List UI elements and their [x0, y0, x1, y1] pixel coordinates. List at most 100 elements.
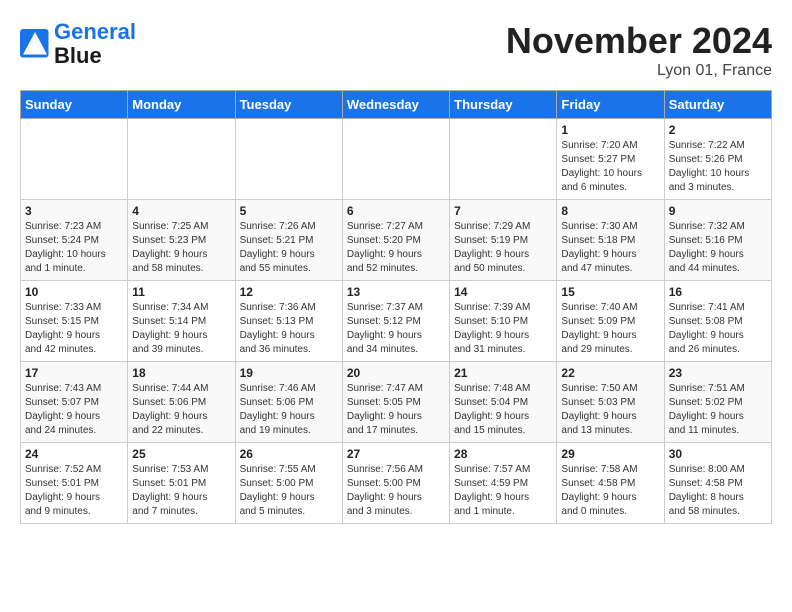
- logo: GeneralBlue: [20, 20, 136, 68]
- day-number: 13: [347, 285, 445, 299]
- day-info: Sunrise: 7:32 AM Sunset: 5:16 PM Dayligh…: [669, 220, 767, 276]
- day-info: Sunrise: 7:56 AM Sunset: 5:00 PM Dayligh…: [347, 463, 445, 519]
- day-number: 23: [669, 366, 767, 380]
- day-info: Sunrise: 7:29 AM Sunset: 5:19 PM Dayligh…: [454, 220, 552, 276]
- day-number: 28: [454, 447, 552, 461]
- day-info: Sunrise: 7:57 AM Sunset: 4:59 PM Dayligh…: [454, 463, 552, 519]
- day-number: 19: [240, 366, 338, 380]
- day-number: 18: [132, 366, 230, 380]
- day-info: Sunrise: 7:47 AM Sunset: 5:05 PM Dayligh…: [347, 382, 445, 438]
- day-number: 12: [240, 285, 338, 299]
- calendar-cell: 2 Sunrise: 7:22 AM Sunset: 5:26 PM Daylig…: [664, 119, 771, 200]
- day-header-sunday: Sunday: [21, 91, 128, 119]
- calendar-cell: 4 Sunrise: 7:25 AM Sunset: 5:23 PM Daylig…: [128, 200, 235, 281]
- day-number: 15: [561, 285, 659, 299]
- day-number: 21: [454, 366, 552, 380]
- calendar-header-row: SundayMondayTuesdayWednesdayThursdayFrid…: [21, 91, 772, 119]
- calendar-cell: 12Sunrise: 7:36 AM Sunset: 5:13 PM Dayli…: [235, 281, 342, 362]
- day-info: Sunrise: 7:52 AM Sunset: 5:01 PM Dayligh…: [25, 463, 123, 519]
- calendar-cell: 30 Sunrise: 8:00 AM Sunset: 4:58 PM Dayli…: [664, 443, 771, 524]
- day-info: Sunrise: 7:58 AM Sunset: 4:58 PM Dayligh…: [561, 463, 659, 519]
- calendar-week-2: 3 Sunrise: 7:23 AM Sunset: 5:24 PM Daylig…: [21, 200, 772, 281]
- calendar-cell: 20 Sunrise: 7:47 AM Sunset: 5:05 PM Dayli…: [342, 362, 449, 443]
- day-number: 20: [347, 366, 445, 380]
- day-info: Sunrise: 8:00 AM Sunset: 4:58 PM Dayligh…: [669, 463, 767, 519]
- calendar-cell: [342, 119, 449, 200]
- day-number: 6: [347, 204, 445, 218]
- calendar-cell: 7Sunrise: 7:29 AM Sunset: 5:19 PM Daylig…: [450, 200, 557, 281]
- calendar-week-4: 17 Sunrise: 7:43 AM Sunset: 5:07 PM Dayli…: [21, 362, 772, 443]
- location: Lyon 01, France: [506, 62, 772, 80]
- calendar-cell: [235, 119, 342, 200]
- calendar-cell: 1 Sunrise: 7:20 AM Sunset: 5:27 PM Daylig…: [557, 119, 664, 200]
- logo-icon: [20, 29, 50, 59]
- calendar-cell: 16 Sunrise: 7:41 AM Sunset: 5:08 PM Dayli…: [664, 281, 771, 362]
- day-info: Sunrise: 7:39 AM Sunset: 5:10 PM Dayligh…: [454, 301, 552, 357]
- calendar-week-1: 1 Sunrise: 7:20 AM Sunset: 5:27 PM Daylig…: [21, 119, 772, 200]
- calendar-cell: 5 Sunrise: 7:26 AM Sunset: 5:21 PM Daylig…: [235, 200, 342, 281]
- day-number: 9: [669, 204, 767, 218]
- calendar-cell: 14 Sunrise: 7:39 AM Sunset: 5:10 PM Dayli…: [450, 281, 557, 362]
- day-number: 5: [240, 204, 338, 218]
- day-info: Sunrise: 7:26 AM Sunset: 5:21 PM Dayligh…: [240, 220, 338, 276]
- day-header-thursday: Thursday: [450, 91, 557, 119]
- day-header-saturday: Saturday: [664, 91, 771, 119]
- day-number: 10: [25, 285, 123, 299]
- calendar-cell: 27 Sunrise: 7:56 AM Sunset: 5:00 PM Dayli…: [342, 443, 449, 524]
- calendar-cell: 3 Sunrise: 7:23 AM Sunset: 5:24 PM Daylig…: [21, 200, 128, 281]
- calendar-cell: 18 Sunrise: 7:44 AM Sunset: 5:06 PM Dayli…: [128, 362, 235, 443]
- day-info: Sunrise: 7:37 AM Sunset: 5:12 PM Dayligh…: [347, 301, 445, 357]
- calendar-cell: 15 Sunrise: 7:40 AM Sunset: 5:09 PM Dayli…: [557, 281, 664, 362]
- day-number: 30: [669, 447, 767, 461]
- day-number: 14: [454, 285, 552, 299]
- calendar-cell: 21 Sunrise: 7:48 AM Sunset: 5:04 PM Dayli…: [450, 362, 557, 443]
- calendar-cell: 13 Sunrise: 7:37 AM Sunset: 5:12 PM Dayli…: [342, 281, 449, 362]
- day-info: Sunrise: 7:48 AM Sunset: 5:04 PM Dayligh…: [454, 382, 552, 438]
- calendar-cell: 22Sunrise: 7:50 AM Sunset: 5:03 PM Dayli…: [557, 362, 664, 443]
- day-info: Sunrise: 7:43 AM Sunset: 5:07 PM Dayligh…: [25, 382, 123, 438]
- day-info: Sunrise: 7:51 AM Sunset: 5:02 PM Dayligh…: [669, 382, 767, 438]
- day-info: Sunrise: 7:25 AM Sunset: 5:23 PM Dayligh…: [132, 220, 230, 276]
- logo-text: GeneralBlue: [54, 20, 136, 68]
- day-info: Sunrise: 7:46 AM Sunset: 5:06 PM Dayligh…: [240, 382, 338, 438]
- day-info: Sunrise: 7:22 AM Sunset: 5:26 PM Dayligh…: [669, 139, 767, 195]
- calendar-cell: 29 Sunrise: 7:58 AM Sunset: 4:58 PM Dayli…: [557, 443, 664, 524]
- day-info: Sunrise: 7:33 AM Sunset: 5:15 PM Dayligh…: [25, 301, 123, 357]
- calendar-cell: 8 Sunrise: 7:30 AM Sunset: 5:18 PM Daylig…: [557, 200, 664, 281]
- calendar-cell: [450, 119, 557, 200]
- calendar: SundayMondayTuesdayWednesdayThursdayFrid…: [20, 90, 772, 524]
- calendar-cell: 11 Sunrise: 7:34 AM Sunset: 5:14 PM Dayli…: [128, 281, 235, 362]
- day-number: 16: [669, 285, 767, 299]
- day-info: Sunrise: 7:53 AM Sunset: 5:01 PM Dayligh…: [132, 463, 230, 519]
- day-number: 24: [25, 447, 123, 461]
- day-header-friday: Friday: [557, 91, 664, 119]
- day-number: 27: [347, 447, 445, 461]
- calendar-cell: 6 Sunrise: 7:27 AM Sunset: 5:20 PM Daylig…: [342, 200, 449, 281]
- calendar-cell: 28 Sunrise: 7:57 AM Sunset: 4:59 PM Dayli…: [450, 443, 557, 524]
- calendar-cell: 25Sunrise: 7:53 AM Sunset: 5:01 PM Dayli…: [128, 443, 235, 524]
- day-info: Sunrise: 7:34 AM Sunset: 5:14 PM Dayligh…: [132, 301, 230, 357]
- calendar-cell: [21, 119, 128, 200]
- calendar-cell: 26Sunrise: 7:55 AM Sunset: 5:00 PM Dayli…: [235, 443, 342, 524]
- day-number: 1: [561, 123, 659, 137]
- day-info: Sunrise: 7:41 AM Sunset: 5:08 PM Dayligh…: [669, 301, 767, 357]
- day-info: Sunrise: 7:44 AM Sunset: 5:06 PM Dayligh…: [132, 382, 230, 438]
- day-info: Sunrise: 7:27 AM Sunset: 5:20 PM Dayligh…: [347, 220, 445, 276]
- day-number: 3: [25, 204, 123, 218]
- calendar-cell: 24 Sunrise: 7:52 AM Sunset: 5:01 PM Dayli…: [21, 443, 128, 524]
- day-info: Sunrise: 7:23 AM Sunset: 5:24 PM Dayligh…: [25, 220, 123, 276]
- month-title: November 2024: [506, 20, 772, 62]
- day-number: 8: [561, 204, 659, 218]
- calendar-cell: 17 Sunrise: 7:43 AM Sunset: 5:07 PM Dayli…: [21, 362, 128, 443]
- day-info: Sunrise: 7:20 AM Sunset: 5:27 PM Dayligh…: [561, 139, 659, 195]
- day-info: Sunrise: 7:40 AM Sunset: 5:09 PM Dayligh…: [561, 301, 659, 357]
- day-number: 11: [132, 285, 230, 299]
- day-info: Sunrise: 7:55 AM Sunset: 5:00 PM Dayligh…: [240, 463, 338, 519]
- day-number: 4: [132, 204, 230, 218]
- calendar-cell: 19 Sunrise: 7:46 AM Sunset: 5:06 PM Dayli…: [235, 362, 342, 443]
- day-number: 17: [25, 366, 123, 380]
- day-header-tuesday: Tuesday: [235, 91, 342, 119]
- day-number: 29: [561, 447, 659, 461]
- day-info: Sunrise: 7:30 AM Sunset: 5:18 PM Dayligh…: [561, 220, 659, 276]
- day-number: 2: [669, 123, 767, 137]
